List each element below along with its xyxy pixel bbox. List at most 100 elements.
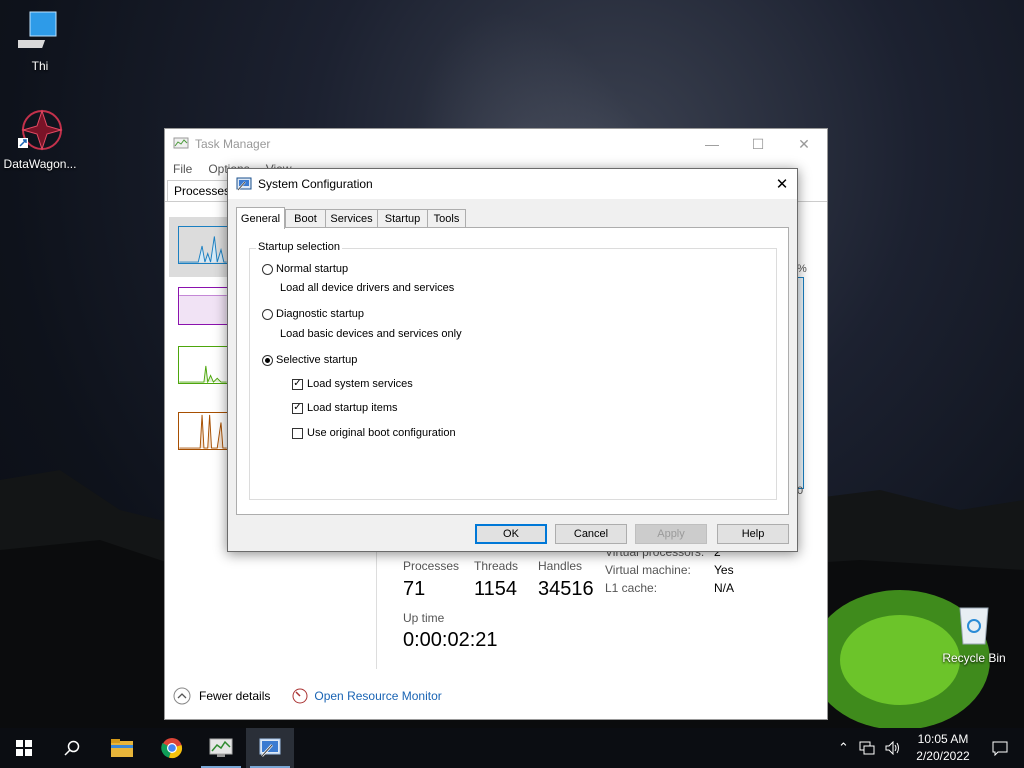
apply-button[interactable]: Apply (635, 524, 707, 544)
file-explorer-icon (111, 739, 133, 757)
computer-icon (12, 11, 57, 48)
load-system-services-checkbox[interactable]: ✓ Load system services (292, 378, 413, 390)
task-manager-footer: Fewer details Open Resource Monitor (173, 687, 442, 705)
taskbar-system-configuration[interactable] (246, 728, 294, 768)
task-manager-icon (209, 738, 233, 757)
system-configuration-dialog: System Configuration ✕ General Boot Serv… (227, 168, 798, 552)
normal-startup-description: Load all device drivers and services (280, 282, 455, 294)
system-configuration-icon (236, 177, 252, 191)
desktop-icon-label: Recycle Bin (942, 651, 1006, 665)
disk-graph-thumbnail[interactable] (178, 346, 228, 384)
radio-unchecked (262, 308, 273, 320)
desktop-icon-recycle-bin[interactable]: Recycle Bin (934, 602, 1014, 665)
cpu-graph-thumbnail (178, 226, 228, 264)
dialog-titlebar[interactable]: System Configuration (228, 169, 797, 199)
clock-time: 10:05 AM (917, 732, 969, 746)
load-startup-items-label: Load startup items (307, 402, 398, 414)
desktop-icon-label: Thi (31, 59, 49, 73)
startup-selection-legend: Startup selection (256, 241, 342, 253)
system-configuration-icon (259, 738, 281, 757)
checkbox-checked-icon: ✓ (292, 402, 303, 414)
stats-divider (376, 549, 377, 669)
tab-services[interactable]: Services (325, 209, 378, 228)
open-resource-monitor-link[interactable]: Open Resource Monitor (292, 688, 442, 704)
volume-icon[interactable] (885, 741, 901, 755)
handles-label: Handles (538, 559, 583, 573)
use-original-boot-checkbox[interactable]: Use original boot configuration (292, 427, 456, 439)
threads-value: 1154 (474, 578, 518, 600)
desktop-icon-datawagon[interactable]: DataWagon... (0, 108, 80, 171)
chrome-icon (161, 738, 182, 759)
selective-startup-radio[interactable]: Selective startup (262, 354, 357, 366)
action-center-button[interactable] (976, 728, 1024, 768)
resource-monitor-icon (292, 688, 308, 704)
dialog-close-button[interactable]: ✕ (767, 169, 797, 199)
clock-date: 2/20/2022 (916, 749, 970, 763)
maximize-button[interactable]: ☐ (735, 129, 781, 159)
general-tab-panel: Startup selection Normal startup Load al… (236, 227, 789, 515)
show-hidden-icons-chevron-icon[interactable]: ⌃ (838, 740, 849, 756)
radio-unchecked (262, 263, 273, 275)
notification-icon (992, 741, 1008, 756)
start-icon (16, 740, 32, 756)
tab-general[interactable]: General (236, 207, 285, 229)
diagnostic-startup-label: Diagnostic startup (276, 308, 365, 320)
start-button[interactable] (0, 728, 48, 768)
normal-startup-radio[interactable]: Normal startup (262, 263, 348, 275)
taskbar-task-manager[interactable] (197, 728, 245, 768)
ok-button[interactable]: OK (475, 524, 547, 544)
l1-cache-label: L1 cache: (605, 581, 658, 595)
cancel-button[interactable]: Cancel (555, 524, 627, 544)
dialog-title: System Configuration (258, 177, 373, 191)
taskbar-chrome[interactable] (148, 728, 196, 768)
startup-selection-group: Startup selection Normal startup Load al… (249, 241, 777, 500)
tab-boot[interactable]: Boot (285, 209, 326, 228)
task-manager-title: Task Manager (195, 137, 271, 151)
checkbox-checked-icon: ✓ (292, 378, 303, 390)
taskbar: ⌃ 10:05 AM 2/20/2022 (0, 728, 1024, 768)
diagnostic-startup-radio[interactable]: Diagnostic startup (262, 308, 364, 320)
load-system-services-label: Load system services (307, 378, 413, 390)
tab-startup[interactable]: Startup (377, 209, 428, 228)
chevron-up-icon (173, 687, 191, 705)
handles-value: 34516 (538, 578, 594, 600)
axis-pct-label: % (797, 263, 807, 275)
uptime-label: Up time (403, 611, 445, 625)
normal-startup-label: Normal startup (276, 263, 349, 275)
tab-tools[interactable]: Tools (427, 209, 466, 228)
ethernet-graph-thumbnail[interactable] (178, 412, 228, 450)
fewer-details-button[interactable]: Fewer details (173, 687, 270, 705)
recycle-bin-icon (959, 607, 989, 645)
selective-startup-label: Selective startup (276, 354, 358, 366)
help-button[interactable]: Help (717, 524, 789, 544)
desktop-icon-thi[interactable]: Thi (0, 10, 80, 73)
virtual-machine-value: Yes (714, 563, 734, 577)
open-resource-monitor-label: Open Resource Monitor (314, 689, 442, 703)
minimize-button[interactable]: — (689, 129, 735, 159)
processes-label: Processes (403, 559, 460, 573)
close-button[interactable]: ✕ (781, 129, 827, 159)
search-icon (64, 740, 80, 756)
task-manager-icon (173, 137, 189, 149)
memory-graph-thumbnail[interactable] (178, 287, 228, 325)
radio-checked (262, 354, 273, 366)
desktop-icon-label: DataWagon... (3, 157, 77, 171)
checkbox-unchecked-icon (292, 427, 303, 439)
menu-file[interactable]: File (173, 162, 192, 176)
taskbar-clock[interactable]: 10:05 AM 2/20/2022 (908, 731, 978, 765)
uptime-value: 0:00:02:21 (403, 629, 498, 651)
close-icon: ✕ (775, 176, 789, 193)
search-button[interactable] (48, 728, 96, 768)
diagnostic-startup-description: Load basic devices and services only (280, 328, 462, 340)
threads-label: Threads (474, 559, 519, 573)
processes-value: 71 (403, 578, 426, 600)
system-tray: ⌃ (838, 728, 901, 768)
fewer-details-label: Fewer details (199, 689, 271, 703)
network-icon[interactable] (859, 741, 875, 755)
use-original-boot-label: Use original boot configuration (307, 427, 456, 439)
l1-cache-value: N/A (714, 581, 735, 595)
taskbar-file-explorer[interactable] (98, 728, 146, 768)
load-startup-items-checkbox[interactable]: ✓ Load startup items (292, 402, 398, 414)
datawagon-shortcut-icon (18, 109, 63, 151)
virtual-machine-label: Virtual machine: (605, 563, 691, 577)
